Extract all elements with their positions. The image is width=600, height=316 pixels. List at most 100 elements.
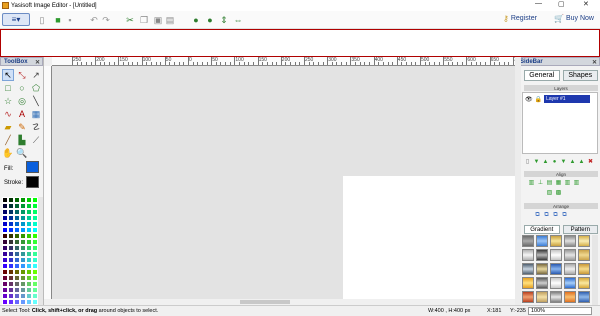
buy-now-link[interactable]: 🛒 Buy Now: [554, 14, 594, 23]
gradient-swatch[interactable]: [578, 291, 590, 303]
stroke-color-swatch[interactable]: [26, 176, 39, 188]
spiral-tool-icon[interactable]: ◎: [16, 95, 28, 107]
rectangle-tool-icon[interactable]: □: [2, 82, 14, 94]
maximize-button[interactable]: ▢: [558, 0, 565, 8]
gradient-swatch[interactable]: [564, 249, 576, 261]
gradient-swatch[interactable]: [522, 291, 534, 303]
flip-vertical-icon[interactable]: ⇕: [218, 14, 230, 26]
gradient-swatch[interactable]: [522, 277, 534, 289]
tab-general[interactable]: General: [524, 70, 560, 81]
tab-shapes[interactable]: Shapes: [562, 70, 598, 81]
gradient-swatch[interactable]: [578, 249, 590, 261]
arrange-icon[interactable]: ⧉: [534, 211, 541, 218]
main-menu-button[interactable]: ≡▾: [2, 13, 30, 26]
align-icon[interactable]: ▥: [573, 179, 580, 186]
gradient-swatch[interactable]: [522, 235, 534, 247]
pan-tool-icon[interactable]: ✋: [2, 147, 14, 159]
align-icon[interactable]: ⊥: [537, 179, 544, 186]
minimize-button[interactable]: —: [535, 0, 542, 7]
undo-icon[interactable]: ↶: [88, 14, 100, 26]
gradient-swatch[interactable]: [536, 291, 548, 303]
new-icon[interactable]: ▯: [36, 14, 48, 26]
eyedropper-tool-icon[interactable]: ⟋: [30, 134, 42, 146]
sidebar-pin-icon[interactable]: ✕: [592, 59, 597, 66]
gradient-swatch[interactable]: [564, 291, 576, 303]
save-icon[interactable]: ▪: [64, 14, 76, 26]
layer-row[interactable]: 👁 🔒 Layer #1: [525, 95, 595, 103]
open-icon[interactable]: ■: [52, 14, 64, 26]
gradient-swatch[interactable]: [578, 263, 590, 275]
delete-icon[interactable]: ▤: [164, 14, 176, 26]
direct-select-tool-icon[interactable]: ↗: [30, 69, 42, 81]
cut-icon[interactable]: ✂: [124, 14, 136, 26]
flip-horizontal-icon[interactable]: ⇔: [232, 14, 244, 26]
gradient-swatch[interactable]: [536, 277, 548, 289]
layer-action-icon[interactable]: ▯: [524, 158, 531, 165]
ungroup-icon[interactable]: ●: [204, 14, 216, 26]
align-icon[interactable]: ▦: [555, 179, 562, 186]
register-link[interactable]: ⚷ Register: [503, 14, 537, 23]
fill-color-swatch[interactable]: [26, 161, 39, 173]
star-tool-icon[interactable]: ☆: [2, 95, 14, 107]
image-tool-icon[interactable]: ▦: [30, 108, 42, 120]
lock-icon[interactable]: 🔒: [535, 96, 542, 103]
toolbox-pin-icon[interactable]: ✕: [35, 59, 40, 66]
palette-scrollbar[interactable]: [38, 197, 43, 305]
layer-action-icon[interactable]: ▲: [542, 158, 549, 165]
path-tool-icon[interactable]: ☡: [30, 121, 42, 133]
gradient-swatch[interactable]: [550, 249, 562, 261]
align-icon[interactable]: ▥: [564, 179, 571, 186]
gradient-swatch[interactable]: [550, 235, 562, 247]
brush-tool-icon[interactable]: ╱: [2, 134, 14, 146]
zoom-tool-icon[interactable]: 🔍: [16, 147, 28, 159]
gradient-swatch[interactable]: [578, 277, 590, 289]
fill-tool-icon[interactable]: ▙: [16, 134, 28, 146]
close-button[interactable]: ✕: [583, 0, 589, 8]
layer-action-icon[interactable]: ▲: [578, 158, 585, 165]
bezier-tool-icon[interactable]: ∿: [2, 108, 14, 120]
gradient-swatch[interactable]: [536, 235, 548, 247]
text-tool-icon[interactable]: A: [16, 108, 28, 120]
transform-tool-icon[interactable]: ⤡: [16, 69, 28, 81]
paste-icon[interactable]: ▣: [152, 14, 164, 26]
eraser-tool-icon[interactable]: ▰: [2, 121, 14, 133]
gradient-swatch[interactable]: [550, 291, 562, 303]
tab-gradient[interactable]: Gradient: [524, 225, 560, 234]
polygon-tool-icon[interactable]: ⬠: [30, 82, 42, 94]
pencil-tool-icon[interactable]: ✎: [16, 121, 28, 133]
align-icon[interactable]: ▤: [546, 179, 553, 186]
gradient-swatch[interactable]: [564, 235, 576, 247]
gradient-swatch[interactable]: [522, 249, 534, 261]
align-icon[interactable]: ▧: [546, 189, 553, 196]
gradient-swatch[interactable]: [578, 235, 590, 247]
align-icon[interactable]: ▩: [555, 189, 562, 196]
horizontal-scroll-thumb[interactable]: [240, 300, 290, 304]
select-tool-icon[interactable]: ↖: [2, 69, 14, 81]
arrange-icon[interactable]: ⧉: [561, 211, 568, 218]
layer-action-icon[interactable]: ▲: [569, 158, 576, 165]
tab-pattern[interactable]: Pattern: [562, 225, 598, 234]
copy-icon[interactable]: ❐: [138, 14, 150, 26]
sidebar-scrollbar[interactable]: [515, 57, 521, 305]
line-tool-icon[interactable]: ╲: [30, 95, 42, 107]
redo-icon[interactable]: ↷: [100, 14, 112, 26]
layer-action-icon[interactable]: ✖: [587, 158, 594, 165]
eye-icon[interactable]: 👁: [525, 96, 533, 103]
drawing-page[interactable]: [343, 176, 515, 299]
layer-action-icon[interactable]: ▼: [533, 158, 540, 165]
arrange-icon[interactable]: ⧉: [543, 211, 550, 218]
align-icon[interactable]: ▥: [528, 179, 535, 186]
gradient-swatch[interactable]: [550, 263, 562, 275]
gradient-scrollbar[interactable]: [592, 235, 598, 305]
gradient-swatch[interactable]: [564, 277, 576, 289]
group-icon[interactable]: ●: [190, 14, 202, 26]
gradient-swatch[interactable]: [536, 263, 548, 275]
layer-action-icon[interactable]: ●: [551, 158, 558, 165]
gradient-swatch[interactable]: [550, 277, 562, 289]
arrange-icon[interactable]: ⧉: [552, 211, 559, 218]
ellipse-tool-icon[interactable]: ○: [16, 82, 28, 94]
gradient-swatch[interactable]: [564, 263, 576, 275]
zoom-select[interactable]: 100%: [528, 307, 592, 315]
gradient-swatch[interactable]: [536, 249, 548, 261]
layer-action-icon[interactable]: ▼: [560, 158, 567, 165]
